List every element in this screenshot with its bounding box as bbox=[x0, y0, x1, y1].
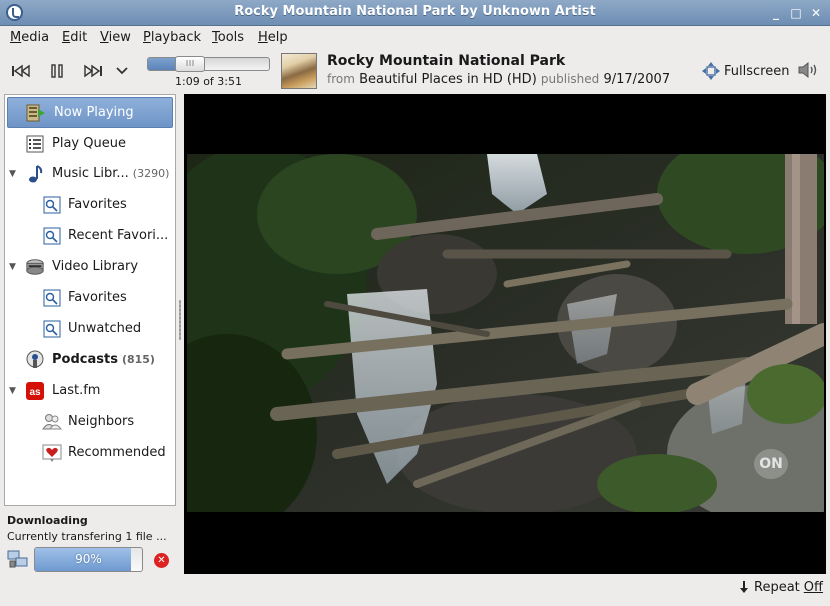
album-name: Beautiful Places in HD (HD) bbox=[359, 72, 537, 87]
track-count: (3290) bbox=[132, 167, 170, 180]
smart-playlist-icon bbox=[42, 226, 62, 246]
fullscreen-icon bbox=[702, 62, 720, 80]
minimize-button[interactable]: _ bbox=[768, 5, 784, 21]
smart-playlist-icon bbox=[42, 195, 62, 215]
svg-text:as: as bbox=[29, 387, 41, 398]
source-label: Podcasts bbox=[52, 352, 118, 367]
menu-playback[interactable]: Playback bbox=[143, 30, 201, 45]
track-meta: from Beautiful Places in HD (HD) publish… bbox=[327, 72, 670, 87]
previous-icon bbox=[12, 64, 30, 78]
previous-button[interactable] bbox=[8, 60, 34, 82]
source-recent-favorites[interactable]: Recent Favori... bbox=[5, 220, 175, 251]
source-now-playing[interactable]: Now Playing bbox=[7, 97, 173, 128]
volume-button[interactable] bbox=[797, 60, 821, 80]
published-date: 9/17/2007 bbox=[603, 72, 671, 87]
source-podcasts[interactable]: Podcasts (815) bbox=[5, 344, 175, 375]
broadcaster-watermark: ON bbox=[754, 449, 788, 479]
menu-tools[interactable]: Tools bbox=[212, 30, 244, 45]
menu-media[interactable]: Media bbox=[10, 30, 49, 45]
seek-time-label: 1:09 of 3:51 bbox=[175, 75, 242, 88]
source-label: Favorites bbox=[68, 290, 127, 305]
source-label: Last.fm bbox=[52, 383, 101, 398]
repeat-arrow-icon bbox=[738, 580, 750, 598]
source-neighbors[interactable]: Neighbors bbox=[5, 406, 175, 437]
seek-slider-thumb[interactable] bbox=[175, 56, 205, 72]
source-video-library[interactable]: ▼ Video Library bbox=[5, 251, 175, 282]
repeat-value: Off bbox=[803, 580, 823, 595]
neighbors-icon bbox=[42, 412, 62, 432]
close-window-button[interactable]: ✕ bbox=[808, 5, 824, 21]
source-play-queue[interactable]: Play Queue bbox=[5, 128, 175, 159]
pause-icon bbox=[51, 64, 63, 78]
download-title: Downloading bbox=[7, 514, 88, 527]
source-music-library[interactable]: ▼ Music Libr... (3290) bbox=[5, 158, 175, 189]
smart-playlist-icon bbox=[42, 319, 62, 339]
source-label: Neighbors bbox=[68, 414, 135, 429]
download-status: Currently transfering 1 file ... bbox=[7, 530, 167, 543]
video-frame-waterfall bbox=[187, 154, 824, 512]
source-music-favorites[interactable]: Favorites bbox=[5, 189, 175, 220]
title-bar: Rocky Mountain National Park by Unknown … bbox=[0, 0, 830, 26]
grip-icon bbox=[186, 60, 194, 66]
smart-playlist-icon bbox=[42, 288, 62, 308]
next-button[interactable] bbox=[80, 60, 106, 82]
repeat-toggle[interactable]: Repeat Off bbox=[738, 580, 823, 598]
speaker-icon bbox=[798, 61, 817, 79]
chevron-down-icon bbox=[116, 67, 128, 75]
source-label: Video Library bbox=[52, 259, 139, 274]
film-reel-icon bbox=[25, 257, 45, 277]
maximize-button[interactable]: □ bbox=[788, 5, 804, 21]
next-options-dropdown[interactable] bbox=[112, 60, 132, 82]
next-icon bbox=[84, 64, 102, 78]
track-title: Rocky Mountain National Park bbox=[327, 53, 566, 69]
expander-icon[interactable]: ▼ bbox=[9, 169, 19, 179]
lastfm-icon: as bbox=[25, 381, 45, 401]
from-label: from bbox=[327, 72, 355, 86]
source-recommended[interactable]: Recommended bbox=[5, 437, 175, 468]
window-title: Rocky Mountain National Park by Unknown … bbox=[234, 4, 596, 19]
heart-icon bbox=[42, 443, 62, 463]
network-transfer-icon bbox=[7, 549, 29, 569]
seek-slider[interactable] bbox=[147, 56, 270, 72]
published-label: published bbox=[540, 72, 600, 86]
source-list: Now Playing Play Queue ▼ Music Libr... (3… bbox=[4, 94, 176, 506]
expander-icon[interactable]: ▼ bbox=[9, 262, 19, 272]
pane-splitter-handle[interactable] bbox=[179, 300, 181, 340]
pause-button[interactable] bbox=[44, 60, 70, 82]
now-playing-icon bbox=[26, 103, 46, 123]
source-label: Play Queue bbox=[52, 136, 126, 151]
source-unwatched[interactable]: Unwatched bbox=[5, 313, 175, 344]
music-note-icon bbox=[25, 164, 45, 184]
source-label: Now Playing bbox=[54, 105, 134, 120]
waterfall-scene-image bbox=[187, 154, 824, 512]
download-percent: 90% bbox=[75, 552, 102, 566]
menu-edit[interactable]: Edit bbox=[62, 30, 87, 45]
repeat-label: Repeat bbox=[754, 580, 800, 595]
source-lastfm[interactable]: ▼ as Last.fm bbox=[5, 375, 175, 406]
fullscreen-button[interactable]: Fullscreen bbox=[701, 61, 789, 81]
podcast-icon bbox=[25, 350, 45, 370]
source-label: Recent Favori... bbox=[68, 228, 169, 243]
download-progress-bar: 90% bbox=[34, 547, 143, 572]
play-queue-icon bbox=[25, 134, 45, 154]
source-label: Unwatched bbox=[68, 321, 142, 336]
source-video-favorites[interactable]: Favorites bbox=[5, 282, 175, 313]
menu-bar: Media Edit View Playback Tools Help bbox=[0, 27, 830, 49]
source-label: Music Libr... bbox=[52, 166, 129, 181]
fullscreen-label: Fullscreen bbox=[724, 63, 790, 79]
menu-view[interactable]: View bbox=[100, 30, 131, 45]
expander-icon[interactable]: ▼ bbox=[9, 386, 19, 396]
close-icon: ✕ bbox=[157, 555, 166, 566]
source-label: Favorites bbox=[68, 197, 127, 212]
episode-count: (815) bbox=[121, 353, 155, 366]
menu-help[interactable]: Help bbox=[258, 30, 288, 45]
cancel-download-button[interactable]: ✕ bbox=[154, 553, 169, 568]
album-cover-art[interactable] bbox=[281, 53, 317, 89]
source-label: Recommended bbox=[68, 445, 166, 460]
